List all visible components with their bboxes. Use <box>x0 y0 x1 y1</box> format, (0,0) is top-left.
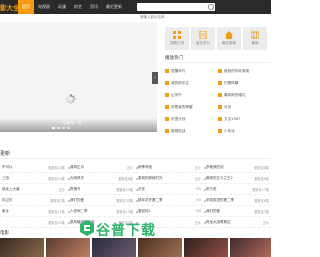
updates-title: 更新 <box>0 151 11 157</box>
watermark-text: 谷普下载 <box>96 223 156 239</box>
list-item[interactable]: 甲如前进的第二季 更新至6集 <box>204 196 271 206</box>
film-icon <box>251 31 259 39</box>
hot-list-item[interactable]: 少年派 <box>218 129 235 134</box>
slide-dot[interactable] <box>62 127 65 129</box>
search-icon[interactable] <box>208 4 214 10</box>
list-item[interactable]: 长安 HD <box>136 185 203 195</box>
nav-item-variety[interactable]: 综艺 <box>70 0 86 14</box>
quick-link-label: 最新 <box>251 41 259 45</box>
list-item[interactable]: 我们的爱 更新至35集 <box>68 196 135 206</box>
nav-item-latest[interactable]: 最近更新 <box>102 0 126 14</box>
list-item[interactable]: 不可以 更新至20集 <box>0 163 67 173</box>
movie-poster[interactable] <box>138 238 182 257</box>
slide-caption-bar: 无敌车一号 <box>0 118 157 132</box>
hot-list-item[interactable]: 你是我的荣耀 <box>165 105 193 110</box>
site-logo[interactable]: 影大全 <box>0 2 20 12</box>
hot-list-item[interactable]: 又见1987 <box>218 117 240 122</box>
list-item[interactable]: 爱如何2 HD <box>136 207 203 217</box>
hot-list-title: 播放热门 <box>165 56 183 61</box>
quick-links: 观看记录 留言求片 最近更新 最新 <box>165 27 271 50</box>
hot-list-item[interactable]: 致我的你非常规 <box>218 69 249 74</box>
list-item[interactable]: 更新至20集 <box>0 218 67 228</box>
list-item[interactable]: 年过去 更新至7集 <box>0 196 67 206</box>
slide-indicators <box>52 127 70 129</box>
movie-poster[interactable] <box>184 238 228 257</box>
hot-list-item[interactable]: 扫黑风暴 <box>218 81 238 86</box>
search-input[interactable] <box>137 13 203 21</box>
quick-link-label: 观看记录 <box>169 41 185 45</box>
list-item[interactable]: 家乡 更新至11集 <box>0 207 67 217</box>
hot-list-item[interactable]: 天堂计划 <box>165 117 185 122</box>
loading-spinner-icon <box>65 94 76 104</box>
document-icon <box>199 31 207 39</box>
hot-list-item[interactable]: 山河令 <box>165 93 182 98</box>
nav-item-anime[interactable]: 动漫 <box>54 0 70 14</box>
list-item[interactable]: 那年花开第二季 HD <box>136 196 203 206</box>
list-item[interactable]: 人世间二季 更新至12集 <box>68 207 135 217</box>
nav-item-tv[interactable]: 电视剧 <box>34 0 54 14</box>
quick-link-label: 最近更新 <box>221 41 237 45</box>
list-item[interactable]: 杀破狼的剑 更新至8集 <box>204 163 271 173</box>
movie-poster[interactable] <box>230 238 271 257</box>
divider <box>165 62 271 63</box>
banner-slider[interactable]: 无敌车一号 <box>0 22 157 132</box>
divider <box>0 158 271 159</box>
top-navigation-bar: 影大全 首页 电视剧 动漫 综艺 资讯 最近更新 <box>0 0 271 21</box>
hot-list-item[interactable]: 长月 <box>218 105 231 110</box>
quick-link-new[interactable]: 最新 <box>243 27 267 50</box>
quick-link-history[interactable]: 观看记录 <box>165 27 189 50</box>
grid-icon <box>173 31 181 39</box>
list-item[interactable]: 大明风华 更新至8集 <box>68 174 135 184</box>
quick-link-latest[interactable]: 最近更新 <box>217 27 241 50</box>
list-item[interactable]: 暗夜的正义之王2 更新至9集 <box>204 174 271 184</box>
slide-dot[interactable] <box>57 127 60 129</box>
movie-poster[interactable] <box>46 238 90 257</box>
list-item[interactable]: 雨季来临 正片 <box>136 163 203 173</box>
hot-list-item[interactable]: 暴风雨的婚礼 <box>218 93 246 98</box>
quick-link-label: 留言求片 <box>195 41 211 45</box>
list-item[interactable]: 乘风的那段时光 正片 <box>136 174 203 184</box>
hot-list-item[interactable]: 极限挑战 <box>165 129 185 134</box>
slider-next-arrow-icon[interactable]: › <box>152 72 158 84</box>
home-icon <box>225 31 233 39</box>
list-item[interactable]: 甲方说 更新至17集 <box>204 185 271 195</box>
list-item[interactable]: 我们的爱 更新至7集 <box>204 207 271 217</box>
list-item[interactable]: 清风正月 正片 <box>68 163 135 173</box>
hot-list-item[interactable]: 我的前半生 <box>165 81 189 86</box>
watermark: 谷普下载 <box>80 220 155 240</box>
search-box <box>137 3 215 21</box>
list-item[interactable]: 陈情令 更新至20集 <box>68 185 135 195</box>
movie-poster[interactable] <box>92 238 136 257</box>
slide-dot[interactable] <box>67 127 70 129</box>
nav-item-news[interactable]: 资讯 <box>86 0 102 14</box>
quick-link-request[interactable]: 留言求片 <box>191 27 215 50</box>
hot-list-item[interactable]: 觉醒年代 <box>165 69 185 74</box>
list-item[interactable]: 阿龙大战哥斯拉 正片 <box>204 218 271 228</box>
movies-section-title: 电影 <box>0 231 9 236</box>
main-nav: 首页 电视剧 动漫 综艺 资讯 最近更新 <box>18 0 126 14</box>
slide-dot[interactable] <box>52 127 55 129</box>
watermark-logo-icon <box>80 220 94 236</box>
list-item[interactable]: 三战 更新至10集 <box>0 174 67 184</box>
nav-item-home[interactable]: 首页 <box>18 0 34 14</box>
list-item[interactable]: 我走上大道 正片 <box>0 185 67 195</box>
slide-caption[interactable]: 无敌车一号 <box>62 120 82 126</box>
movie-poster[interactable] <box>0 238 44 257</box>
